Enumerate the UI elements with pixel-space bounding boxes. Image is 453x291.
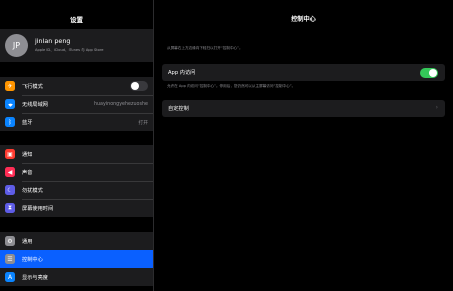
gear-icon: ⚙ (5, 236, 15, 246)
control-center-icon: ☰ (5, 254, 15, 264)
bluetooth-status: 打开 (138, 120, 148, 126)
avatar: JP (5, 34, 28, 57)
sidebar-item-sounds[interactable]: ◀ 声音 (0, 163, 153, 181)
sidebar-item-label: 蓝牙 (22, 119, 33, 126)
connectivity-group: ✈ 飞行模式 无线局域网 huayinongyehezuoshe ᛒ 蓝牙 打开 (0, 77, 153, 131)
wifi-icon (5, 99, 15, 109)
app-access-hint: 允许在 App 内访问“控制中心”。停用后，您仍然可以从主屏幕访问“控制中心”。 (167, 84, 296, 88)
page-title: 控制中心 (291, 16, 316, 23)
app-access-toggle[interactable] (420, 67, 438, 78)
sidebar-item-label: 控制中心 (22, 256, 43, 263)
sound-icon: ◀ (5, 167, 15, 177)
profile-subtitle: Apple ID、iCloud、iTunes 与 App Store (35, 48, 104, 52)
bluetooth-icon: ᛒ (5, 117, 15, 127)
sidebar-title: 设置 (70, 16, 83, 24)
sidebar-item-label: 通用 (22, 238, 33, 245)
sidebar-item-do-not-disturb[interactable]: ☾ 勿扰模式 (0, 181, 153, 199)
customize-controls-row[interactable]: 自定控制 › (162, 100, 445, 117)
wifi-network-name: huayinongyehezuoshe (93, 101, 148, 107)
control-center-pane: 控制中心 从屏幕右上方边缘向下轻扫以打开“控制中心”。 App 内访问 允许在 … (154, 0, 453, 291)
notification-icon: ▣ (5, 149, 15, 159)
moon-icon: ☾ (5, 185, 15, 195)
customize-controls-label: 自定控制 (168, 106, 189, 112)
sidebar-item-wifi[interactable]: 无线局域网 huayinongyehezuoshe (0, 95, 153, 113)
sidebar-item-label: 通知 (22, 151, 33, 158)
sidebar-item-label: 无线局域网 (22, 101, 48, 108)
chevron-right-icon: › (435, 104, 438, 111)
sidebar-item-screen-time[interactable]: ⧗ 屏幕使用时间 (0, 199, 153, 217)
notifications-group: ▣ 通知 ◀ 声音 ☾ 勿扰模式 ⧗ 屏幕使用时间 (0, 145, 153, 217)
settings-sidebar: 设置 JP jinlan peng Apple ID、iCloud、iTunes… (0, 0, 153, 291)
top-hint-text: 从屏幕右上方边缘向下轻扫以打开“控制中心”。 (167, 46, 243, 50)
profile-row[interactable]: JP jinlan peng Apple ID、iCloud、iTunes 与 … (0, 29, 153, 62)
sidebar-item-label: 声音 (22, 169, 33, 176)
sidebar-item-airplane-mode[interactable]: ✈ 飞行模式 (0, 77, 153, 95)
airplane-mode-toggle[interactable] (130, 81, 148, 91)
sidebar-item-display-brightness[interactable]: A 显示与亮度 (0, 268, 153, 286)
sidebar-item-bluetooth[interactable]: ᛒ 蓝牙 打开 (0, 113, 153, 131)
sidebar-item-label: 显示与亮度 (22, 274, 48, 281)
sidebar-item-label: 飞行模式 (22, 83, 43, 90)
sidebar-item-control-center[interactable]: ☰ 控制中心 (0, 250, 153, 268)
app-access-label: App 内访问 (168, 70, 196, 76)
profile-name: jinlan peng (35, 37, 71, 45)
sidebar-item-notifications[interactable]: ▣ 通知 (0, 145, 153, 163)
sidebar-item-label: 屏幕使用时间 (22, 205, 54, 212)
general-group: ⚙ 通用 ☰ 控制中心 A 显示与亮度 (0, 232, 153, 286)
app-access-row: App 内访问 (162, 64, 445, 81)
hourglass-icon: ⧗ (5, 203, 15, 213)
sidebar-item-label: 勿扰模式 (22, 187, 43, 194)
display-icon: A (5, 272, 15, 282)
airplane-icon: ✈ (5, 81, 15, 91)
sidebar-item-general[interactable]: ⚙ 通用 (0, 232, 153, 250)
